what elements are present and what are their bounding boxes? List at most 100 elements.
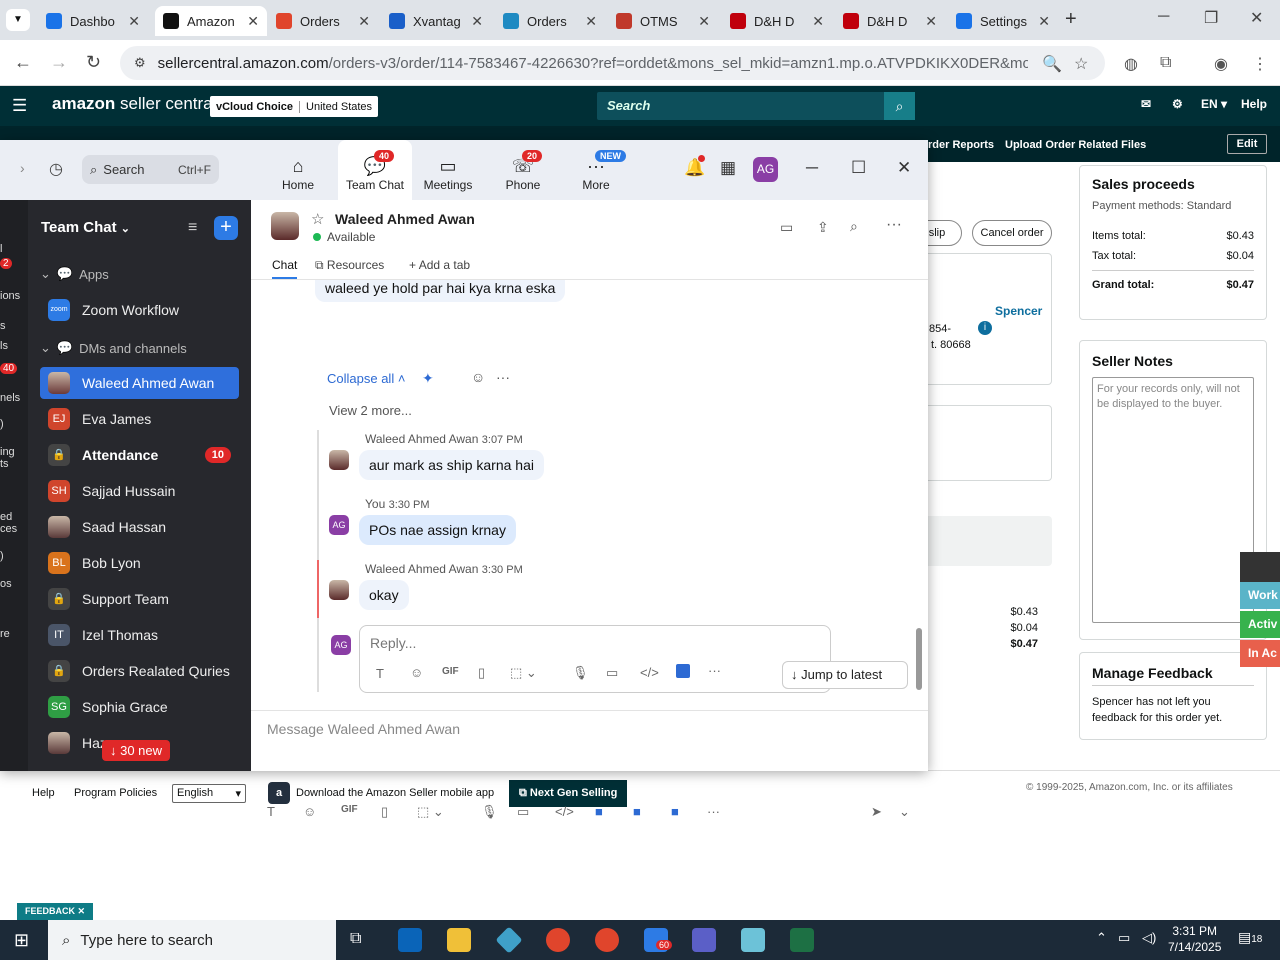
forward-icon[interactable]: → bbox=[50, 52, 68, 73]
mail-icon[interactable]: ✉ bbox=[1141, 97, 1151, 111]
order-reports-link[interactable]: rder Reports bbox=[928, 139, 994, 151]
calendar-icon[interactable]: ▦ bbox=[720, 158, 736, 178]
bookmark-star-icon[interactable]: ☆ bbox=[1074, 54, 1088, 74]
windows-start-icon[interactable]: ⊞ bbox=[14, 930, 29, 951]
clips-icon[interactable]: ■ bbox=[633, 804, 641, 819]
zoom-maximize-icon[interactable]: ☐ bbox=[851, 158, 866, 178]
new-messages-pill[interactable]: ↓ 30 new bbox=[102, 740, 171, 761]
close-tab-icon[interactable]: ✕ bbox=[471, 13, 483, 30]
excel-icon[interactable] bbox=[790, 928, 814, 952]
close-tab-icon[interactable]: ✕ bbox=[925, 13, 937, 30]
file-explorer-icon[interactable] bbox=[447, 928, 471, 952]
amazon-search-icon[interactable]: ⌕ bbox=[884, 92, 915, 120]
close-tab-icon[interactable]: ✕ bbox=[358, 13, 370, 30]
share-screen-icon[interactable]: ⇪ bbox=[817, 219, 829, 236]
side-widget-tab[interactable]: Activ bbox=[1240, 611, 1280, 638]
upload-order-files-link[interactable]: Upload Order Related Files bbox=[1005, 139, 1146, 151]
send-options-chevron-icon[interactable]: ⌄ bbox=[899, 804, 910, 820]
file-icon[interactable]: ▯ bbox=[381, 804, 388, 820]
sidebar-item[interactable]: 🔒 Attendance 10 bbox=[40, 439, 239, 471]
amazon-help-link[interactable]: Help bbox=[1241, 97, 1267, 111]
gif-icon[interactable]: GIF bbox=[341, 804, 358, 815]
reload-icon[interactable]: ↻ bbox=[86, 52, 101, 73]
browser-tab[interactable]: Amazon ✕ bbox=[155, 6, 267, 36]
zoom-tab-team-chat[interactable]: 💬 Team Chat 40 bbox=[338, 140, 412, 200]
browser-tab[interactable]: Settings ✕ bbox=[948, 6, 1058, 36]
send-icon[interactable]: ➤ bbox=[871, 804, 882, 820]
whiteboard-icon[interactable] bbox=[676, 664, 690, 678]
volume-icon[interactable]: ◁) bbox=[1142, 930, 1156, 946]
new-chat-plus-icon[interactable]: + bbox=[214, 216, 238, 240]
side-widget-tab[interactable]: In Ac bbox=[1240, 640, 1280, 667]
chrome-icon[interactable] bbox=[546, 928, 570, 952]
whiteboard-icon[interactable]: ■ bbox=[595, 804, 603, 819]
browser-tab[interactable]: OTMS ✕ bbox=[608, 6, 718, 36]
sidebar-item[interactable]: SG Sophia Grace bbox=[40, 691, 239, 723]
message-compose-input[interactable]: Message Waleed Ahmed Awan bbox=[267, 721, 460, 737]
browser-tab[interactable]: Dashbo ✕ bbox=[38, 6, 148, 36]
code-icon[interactable]: </> bbox=[640, 665, 659, 680]
history-icon[interactable]: ◷ bbox=[49, 159, 63, 179]
tab-add[interactable]: + Add a tab bbox=[409, 258, 470, 272]
buyer-name-link[interactable]: Spencer bbox=[995, 304, 1042, 318]
video-call-icon[interactable]: ▭ bbox=[780, 219, 793, 236]
clock[interactable]: 3:31 PM 7/14/2025 bbox=[1168, 923, 1221, 955]
address-bar[interactable]: ⚙ sellercentral.amazon.com/orders-v3/ord… bbox=[120, 46, 1105, 80]
video-clip-icon[interactable]: ▭ bbox=[517, 804, 529, 820]
collapse-all-link[interactable]: Collapse all ˄ bbox=[327, 371, 405, 386]
emoji-icon[interactable]: ☺ bbox=[303, 804, 316, 819]
notes-icon[interactable]: ■ bbox=[671, 804, 679, 819]
sidebar-item[interactable]: BL Bob Lyon bbox=[40, 547, 239, 579]
notification-center-icon[interactable]: ▤18 bbox=[1238, 929, 1262, 946]
zoom-tab-phone[interactable]: ☏ Phone 20 bbox=[486, 140, 560, 200]
chat-search-icon[interactable]: ⌕ bbox=[850, 218, 858, 235]
close-tab-icon[interactable]: ✕ bbox=[1038, 13, 1050, 30]
video-clip-icon[interactable]: ▭ bbox=[606, 665, 618, 681]
apps-section[interactable]: ⌄ 💬 Apps bbox=[40, 266, 109, 282]
site-info-icon[interactable]: ⚙ bbox=[134, 55, 146, 71]
message-avatar[interactable]: AG bbox=[329, 515, 349, 535]
reply-input[interactable]: Reply... T ☺ GIF ▯ ⬚ ⌄ 🎙 ▭ </> ··· bbox=[359, 625, 831, 693]
browser-tab[interactable]: Xvantag ✕ bbox=[381, 6, 491, 36]
translate-icon[interactable]: ◍ bbox=[1124, 54, 1138, 74]
sidebar-item[interactable]: 🔒 Support Team bbox=[40, 583, 239, 615]
compose-more-icon[interactable]: ··· bbox=[707, 804, 720, 819]
hamburger-menu-icon[interactable]: ☰ bbox=[12, 96, 27, 116]
chat-scrollbar[interactable] bbox=[916, 628, 922, 690]
close-tab-icon[interactable]: ✕ bbox=[812, 13, 824, 30]
thread-more-icon[interactable]: ··· bbox=[496, 369, 510, 385]
restore-icon[interactable]: ❐ bbox=[1204, 8, 1218, 28]
mic-icon[interactable]: 🎙 bbox=[572, 665, 589, 681]
sidebar-item[interactable]: 🔒 Orders Realated Quries bbox=[40, 655, 239, 687]
zoom-minimize-icon[interactable]: ─ bbox=[806, 158, 818, 178]
back-icon[interactable]: ← bbox=[14, 52, 32, 73]
chrome-profile-icon[interactable] bbox=[595, 928, 619, 952]
close-tab-icon[interactable]: ✕ bbox=[247, 13, 259, 30]
filter-icon[interactable]: ≡ bbox=[188, 219, 197, 237]
contact-name[interactable]: Waleed Ahmed Awan bbox=[335, 211, 475, 227]
file-icon[interactable]: ▯ bbox=[478, 665, 485, 681]
teams-icon[interactable] bbox=[692, 928, 716, 952]
cancel-order-button[interactable]: Cancel order bbox=[972, 220, 1052, 246]
amazon-logo[interactable]: amazon seller central bbox=[52, 94, 216, 114]
sidebar-item[interactable]: zoom Zoom Workflow bbox=[40, 294, 239, 326]
settings-gear-icon[interactable]: ⚙ bbox=[1172, 97, 1183, 111]
extensions-icon[interactable]: ⧉ bbox=[1160, 54, 1171, 72]
zoom-tab-more[interactable]: ··· More NEW bbox=[559, 140, 633, 200]
close-tab-icon[interactable]: ✕ bbox=[128, 13, 140, 30]
browser-tab[interactable]: D&H D ✕ bbox=[722, 6, 832, 36]
format-text-icon[interactable]: T bbox=[376, 666, 384, 681]
sidebar-item[interactable]: Waleed Ahmed Awan bbox=[40, 367, 239, 399]
tab-chat[interactable]: Chat bbox=[272, 258, 298, 279]
reply-more-icon[interactable]: ··· bbox=[708, 663, 721, 678]
store-selector[interactable]: vCloud Choice United States bbox=[210, 96, 379, 117]
program-policies-link[interactable]: Program Policies bbox=[74, 787, 157, 799]
network-icon[interactable]: ▭ bbox=[1118, 930, 1130, 946]
seller-notes-textarea[interactable]: For your records only, will not be displ… bbox=[1092, 377, 1254, 623]
team-chat-title[interactable]: Team Chat ⌄ bbox=[41, 219, 130, 236]
ai-sparkle-icon[interactable]: ✦ bbox=[422, 370, 434, 387]
minimize-icon[interactable]: ─ bbox=[1158, 8, 1169, 26]
feedback-tab[interactable]: FEEDBACK ✕ bbox=[17, 903, 94, 920]
gif-icon[interactable]: GIF bbox=[442, 666, 459, 677]
mic-icon[interactable]: 🎙 bbox=[481, 804, 498, 820]
